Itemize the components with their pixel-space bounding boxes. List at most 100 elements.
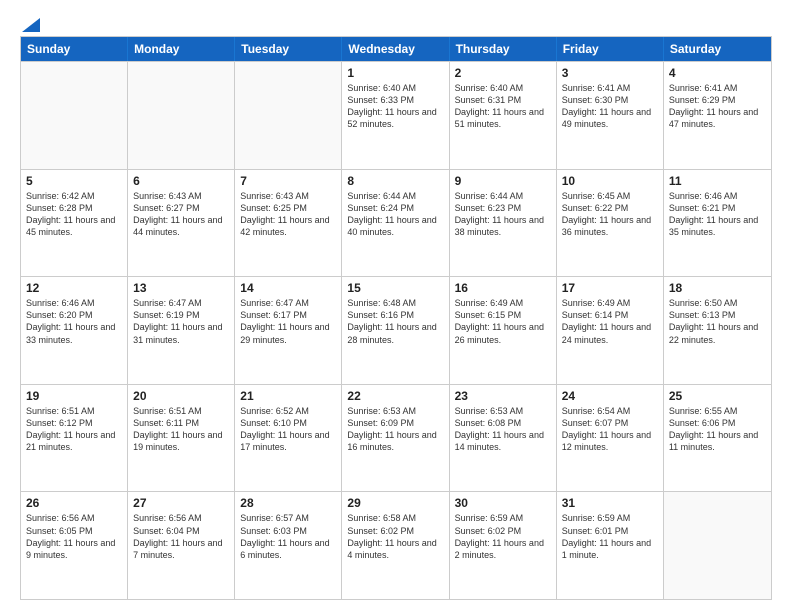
day-number: 10: [562, 174, 658, 188]
day-cell-26: 26 Sunrise: 6:56 AM Sunset: 6:05 PM Dayli…: [21, 492, 128, 599]
day-cell-15: 15Sunrise: 6:48 AM Sunset: 6:16 PM Dayli…: [342, 277, 449, 384]
day-info: Sunrise: 6:49 AM Sunset: 6:14 PM Dayligh…: [562, 297, 658, 346]
day-number: 31: [562, 496, 658, 510]
day-info: Sunrise: 6:55 AM Sunset: 6:06 PM Dayligh…: [669, 405, 766, 454]
day-info: Sunrise: 6:40 AM Sunset: 6:31 PM Dayligh…: [455, 82, 551, 131]
day-info: Sunrise: 6:54 AM Sunset: 6:07 PM Dayligh…: [562, 405, 658, 454]
day-cell-16: 16Sunrise: 6:49 AM Sunset: 6:15 PM Dayli…: [450, 277, 557, 384]
day-number: 14: [240, 281, 336, 295]
day-number: 3: [562, 66, 658, 80]
day-info: Sunrise: 6:48 AM Sunset: 6:16 PM Dayligh…: [347, 297, 443, 346]
day-cell-27: 27 Sunrise: 6:56 AM Sunset: 6:04 PM Dayli…: [128, 492, 235, 599]
calendar-header: SundayMondayTuesdayWednesdayThursdayFrid…: [21, 37, 771, 61]
day-number: 18: [669, 281, 766, 295]
header-cell-wednesday: Wednesday: [342, 37, 449, 61]
day-info: Sunrise: 6:45 AM Sunset: 6:22 PM Dayligh…: [562, 190, 658, 239]
empty-cell-0-2: [235, 62, 342, 169]
day-number: 16: [455, 281, 551, 295]
day-cell-10: 10 Sunrise: 6:45 AM Sunset: 6:22 PM Dayli…: [557, 170, 664, 277]
day-cell-11: 11Sunrise: 6:46 AM Sunset: 6:21 PM Dayli…: [664, 170, 771, 277]
day-cell-24: 24 Sunrise: 6:54 AM Sunset: 6:07 PM Dayli…: [557, 385, 664, 492]
day-number: 25: [669, 389, 766, 403]
day-info: Sunrise: 6:46 AM Sunset: 6:20 PM Dayligh…: [26, 297, 122, 346]
day-number: 6: [133, 174, 229, 188]
day-info: Sunrise: 6:43 AM Sunset: 6:25 PM Dayligh…: [240, 190, 336, 239]
empty-cell-4-6: [664, 492, 771, 599]
day-info: Sunrise: 6:56 AM Sunset: 6:04 PM Dayligh…: [133, 512, 229, 561]
day-number: 8: [347, 174, 443, 188]
header-cell-thursday: Thursday: [450, 37, 557, 61]
day-cell-2: 2 Sunrise: 6:40 AM Sunset: 6:31 PM Daylig…: [450, 62, 557, 169]
empty-cell-0-0: [21, 62, 128, 169]
day-number: 21: [240, 389, 336, 403]
day-cell-13: 13 Sunrise: 6:47 AM Sunset: 6:19 PM Dayli…: [128, 277, 235, 384]
day-number: 9: [455, 174, 551, 188]
day-cell-20: 20 Sunrise: 6:51 AM Sunset: 6:11 PM Dayli…: [128, 385, 235, 492]
day-cell-17: 17 Sunrise: 6:49 AM Sunset: 6:14 PM Dayli…: [557, 277, 664, 384]
day-info: Sunrise: 6:50 AM Sunset: 6:13 PM Dayligh…: [669, 297, 766, 346]
day-number: 2: [455, 66, 551, 80]
day-cell-23: 23 Sunrise: 6:53 AM Sunset: 6:08 PM Dayli…: [450, 385, 557, 492]
day-cell-5: 5 Sunrise: 6:42 AM Sunset: 6:28 PM Daylig…: [21, 170, 128, 277]
day-info: Sunrise: 6:59 AM Sunset: 6:01 PM Dayligh…: [562, 512, 658, 561]
day-number: 5: [26, 174, 122, 188]
day-info: Sunrise: 6:43 AM Sunset: 6:27 PM Dayligh…: [133, 190, 229, 239]
day-number: 27: [133, 496, 229, 510]
day-number: 17: [562, 281, 658, 295]
day-info: Sunrise: 6:59 AM Sunset: 6:02 PM Dayligh…: [455, 512, 551, 561]
day-number: 13: [133, 281, 229, 295]
day-cell-1: 1 Sunrise: 6:40 AM Sunset: 6:33 PM Daylig…: [342, 62, 449, 169]
calendar: SundayMondayTuesdayWednesdayThursdayFrid…: [20, 36, 772, 600]
day-info: Sunrise: 6:56 AM Sunset: 6:05 PM Dayligh…: [26, 512, 122, 561]
day-number: 30: [455, 496, 551, 510]
day-cell-12: 12 Sunrise: 6:46 AM Sunset: 6:20 PM Dayli…: [21, 277, 128, 384]
day-info: Sunrise: 6:40 AM Sunset: 6:33 PM Dayligh…: [347, 82, 443, 131]
day-info: Sunrise: 6:47 AM Sunset: 6:19 PM Dayligh…: [133, 297, 229, 346]
day-cell-7: 7 Sunrise: 6:43 AM Sunset: 6:25 PM Daylig…: [235, 170, 342, 277]
day-cell-8: 8 Sunrise: 6:44 AM Sunset: 6:24 PM Daylig…: [342, 170, 449, 277]
day-number: 4: [669, 66, 766, 80]
day-info: Sunrise: 6:57 AM Sunset: 6:03 PM Dayligh…: [240, 512, 336, 561]
day-cell-14: 14 Sunrise: 6:47 AM Sunset: 6:17 PM Dayli…: [235, 277, 342, 384]
header-cell-tuesday: Tuesday: [235, 37, 342, 61]
day-info: Sunrise: 6:47 AM Sunset: 6:17 PM Dayligh…: [240, 297, 336, 346]
day-number: 12: [26, 281, 122, 295]
day-cell-6: 6 Sunrise: 6:43 AM Sunset: 6:27 PM Daylig…: [128, 170, 235, 277]
day-number: 7: [240, 174, 336, 188]
day-number: 1: [347, 66, 443, 80]
calendar-body: 1 Sunrise: 6:40 AM Sunset: 6:33 PM Daylig…: [21, 61, 771, 599]
calendar-row-4: 19 Sunrise: 6:51 AM Sunset: 6:12 PM Dayli…: [21, 384, 771, 492]
day-info: Sunrise: 6:42 AM Sunset: 6:28 PM Dayligh…: [26, 190, 122, 239]
day-info: Sunrise: 6:41 AM Sunset: 6:29 PM Dayligh…: [669, 82, 766, 131]
calendar-row-1: 1 Sunrise: 6:40 AM Sunset: 6:33 PM Daylig…: [21, 61, 771, 169]
day-info: Sunrise: 6:58 AM Sunset: 6:02 PM Dayligh…: [347, 512, 443, 561]
day-number: 20: [133, 389, 229, 403]
day-number: 24: [562, 389, 658, 403]
calendar-row-2: 5 Sunrise: 6:42 AM Sunset: 6:28 PM Daylig…: [21, 169, 771, 277]
logo-icon: [22, 18, 40, 32]
day-cell-30: 30 Sunrise: 6:59 AM Sunset: 6:02 PM Dayli…: [450, 492, 557, 599]
day-number: 26: [26, 496, 122, 510]
day-number: 29: [347, 496, 443, 510]
logo: [20, 18, 40, 28]
day-info: Sunrise: 6:51 AM Sunset: 6:11 PM Dayligh…: [133, 405, 229, 454]
header-cell-friday: Friday: [557, 37, 664, 61]
day-info: Sunrise: 6:46 AM Sunset: 6:21 PM Dayligh…: [669, 190, 766, 239]
day-info: Sunrise: 6:41 AM Sunset: 6:30 PM Dayligh…: [562, 82, 658, 131]
day-info: Sunrise: 6:53 AM Sunset: 6:09 PM Dayligh…: [347, 405, 443, 454]
day-cell-29: 29 Sunrise: 6:58 AM Sunset: 6:02 PM Dayli…: [342, 492, 449, 599]
day-info: Sunrise: 6:51 AM Sunset: 6:12 PM Dayligh…: [26, 405, 122, 454]
day-number: 19: [26, 389, 122, 403]
day-info: Sunrise: 6:44 AM Sunset: 6:24 PM Dayligh…: [347, 190, 443, 239]
header-cell-monday: Monday: [128, 37, 235, 61]
day-number: 23: [455, 389, 551, 403]
day-cell-9: 9Sunrise: 6:44 AM Sunset: 6:23 PM Daylig…: [450, 170, 557, 277]
day-number: 28: [240, 496, 336, 510]
day-cell-3: 3 Sunrise: 6:41 AM Sunset: 6:30 PM Daylig…: [557, 62, 664, 169]
calendar-row-3: 12 Sunrise: 6:46 AM Sunset: 6:20 PM Dayli…: [21, 276, 771, 384]
header: [20, 18, 772, 28]
empty-cell-0-1: [128, 62, 235, 169]
day-cell-31: 31 Sunrise: 6:59 AM Sunset: 6:01 PM Dayli…: [557, 492, 664, 599]
day-info: Sunrise: 6:53 AM Sunset: 6:08 PM Dayligh…: [455, 405, 551, 454]
day-cell-18: 18 Sunrise: 6:50 AM Sunset: 6:13 PM Dayli…: [664, 277, 771, 384]
